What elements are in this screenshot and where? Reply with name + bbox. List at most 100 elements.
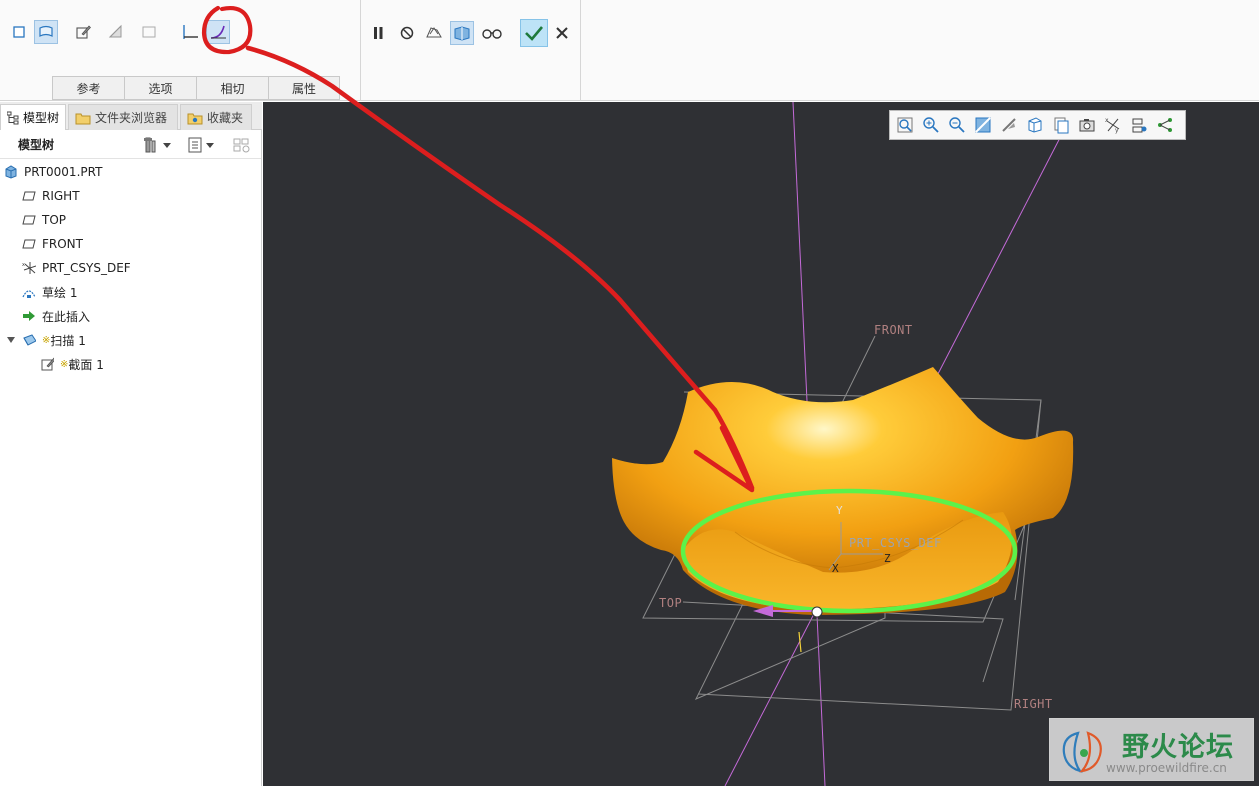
- sweep-dashboard-ribbon: 参考 选项 相切 属性: [0, 0, 1259, 101]
- tree-item-section[interactable]: ※ 截面 1: [40, 353, 104, 375]
- chevron-down-icon: [206, 143, 214, 148]
- pause-icon: [374, 27, 383, 39]
- tree-item-label: TOP: [42, 213, 67, 227]
- sweep-icon: [23, 334, 36, 346]
- list-icon: [188, 137, 202, 153]
- remove-material-button[interactable]: [104, 20, 128, 44]
- cancel-button[interactable]: [550, 21, 574, 45]
- thicken-sketch-button[interactable]: [137, 20, 161, 44]
- attached-preview-icon: [426, 27, 442, 38]
- saved-orientations-button[interactable]: [1049, 113, 1073, 137]
- dashboard-tabs: 参考 选项 相切 属性: [52, 76, 340, 100]
- reorient-icon: [1002, 118, 1016, 132]
- no-preview-button[interactable]: [395, 21, 419, 45]
- insert-here-arrow-icon: [23, 311, 35, 321]
- tree-item-front[interactable]: FRONT: [22, 233, 83, 255]
- pencil-icon: [76, 25, 91, 39]
- zoom-out-icon: [949, 117, 965, 133]
- tree-item-label: 扫描 1: [50, 333, 86, 348]
- datum-label-top[interactable]: TOP: [659, 596, 682, 610]
- refit-icon: [897, 117, 913, 133]
- zoom-out-button[interactable]: [945, 113, 969, 137]
- svg-text:x: x: [1105, 117, 1109, 124]
- refit-button[interactable]: [893, 113, 917, 137]
- verify-mode-button[interactable]: [480, 21, 504, 45]
- datum-plane-icon: [22, 215, 36, 225]
- watermark-url: www.proewildfire.cn: [1106, 761, 1227, 775]
- tree-item-part[interactable]: PRT0001.PRT: [4, 161, 102, 183]
- constant-section-button[interactable]: [178, 20, 202, 44]
- camera-icon: [1079, 119, 1095, 132]
- tree-item-top[interactable]: TOP: [22, 209, 66, 231]
- csys-label[interactable]: PRT_CSYS_DEF: [849, 536, 942, 550]
- tree-item-label: 草绘 1: [42, 285, 78, 300]
- tree-settings-button[interactable]: [143, 136, 171, 154]
- tab-options[interactable]: 选项: [124, 76, 196, 100]
- graphics-toolbar: xy: [889, 110, 1186, 140]
- axis-label-y: Y: [836, 504, 844, 517]
- tree-item-insert-here[interactable]: 在此插入: [22, 305, 90, 327]
- tree-item-sweep[interactable]: ※ 扫描 1: [6, 329, 86, 351]
- tree-item-label: 截面 1: [68, 357, 104, 372]
- part-icon: [5, 165, 17, 179]
- sketch-section-button[interactable]: [71, 20, 95, 44]
- annotation-icon: [1132, 118, 1147, 133]
- datum-label-front[interactable]: FRONT: [874, 323, 913, 337]
- ribbon-divider: [580, 0, 581, 101]
- chevron-down-icon: [163, 143, 171, 148]
- reorient-button[interactable]: [997, 113, 1021, 137]
- display-style-button[interactable]: [1023, 113, 1047, 137]
- datum-display-icon: xy: [1105, 117, 1120, 134]
- attached-preview-button[interactable]: [422, 21, 446, 45]
- filter-icon: [233, 138, 250, 153]
- datum-display-button[interactable]: xy: [1101, 113, 1125, 137]
- surface-sweep-button[interactable]: [34, 20, 58, 44]
- datum-label-right[interactable]: RIGHT: [1014, 697, 1053, 711]
- ribbon-divider: [360, 0, 361, 101]
- spin-center-button[interactable]: [1153, 113, 1177, 137]
- model-scene: [612, 102, 1074, 786]
- navigator-panel: 模型树 文件夹浏览器 收藏夹 模型树 PRT0001.PRT RIGHT TOP…: [0, 102, 262, 786]
- remove-material-icon: [108, 24, 122, 38]
- tab-references[interactable]: 参考: [52, 76, 124, 100]
- zoom-in-icon: [923, 117, 939, 133]
- datum-plane-icon: [22, 191, 36, 201]
- repaint-button[interactable]: [971, 113, 995, 137]
- start-point-handle[interactable]: [811, 606, 823, 618]
- surface-icon: [39, 25, 53, 37]
- variable-section-button[interactable]: [206, 20, 230, 44]
- ok-button[interactable]: [520, 19, 548, 47]
- tab-tangency[interactable]: 相切: [196, 76, 268, 100]
- spin-center-icon: [1158, 118, 1172, 132]
- tree-item-right[interactable]: RIGHT: [22, 185, 80, 207]
- forum-watermark: 野火论坛 www.proewildfire.cn: [1049, 718, 1254, 781]
- solid-sweep-button[interactable]: [7, 20, 31, 44]
- repaint-icon: [975, 117, 991, 133]
- tree-item-label: PRT_CSYS_DEF: [42, 261, 131, 275]
- geometry-preview-button[interactable]: [450, 21, 474, 45]
- favorites-folder-icon: [187, 113, 203, 124]
- pause-button[interactable]: [366, 21, 390, 45]
- model-tree-header: 模型树: [0, 131, 261, 159]
- forum-logo-icon: [1062, 731, 1102, 773]
- tree-show-button[interactable]: [186, 136, 214, 154]
- folder-icon: [75, 113, 91, 124]
- tree-item-label: 在此插入: [42, 309, 91, 324]
- zoom-in-button[interactable]: [919, 113, 943, 137]
- view-manager-button[interactable]: [1075, 113, 1099, 137]
- tab-favorites[interactable]: 收藏夹: [180, 104, 252, 130]
- tab-folder-browser[interactable]: 文件夹浏览器: [68, 104, 178, 130]
- tab-properties[interactable]: 属性: [268, 76, 340, 100]
- tree-item-sketch[interactable]: 草绘 1: [22, 281, 77, 303]
- tab-label: 收藏夹: [207, 111, 244, 125]
- tree-item-csys[interactable]: x PRT_CSYS_DEF: [22, 257, 131, 279]
- variable-section-icon: [210, 25, 226, 39]
- graphics-viewport[interactable]: FRONT TOP RIGHT PRT_CSYS_DEF Y Z X xy 野火…: [263, 102, 1259, 786]
- annotation-display-button[interactable]: [1127, 113, 1151, 137]
- checkmark-icon: [525, 26, 543, 41]
- tree-filter-button[interactable]: [232, 136, 252, 157]
- tab-model-tree[interactable]: 模型树: [0, 104, 66, 130]
- expand-triangle-icon[interactable]: [6, 335, 16, 345]
- glasses-icon: [482, 29, 502, 39]
- modified-marker: ※: [60, 358, 69, 370]
